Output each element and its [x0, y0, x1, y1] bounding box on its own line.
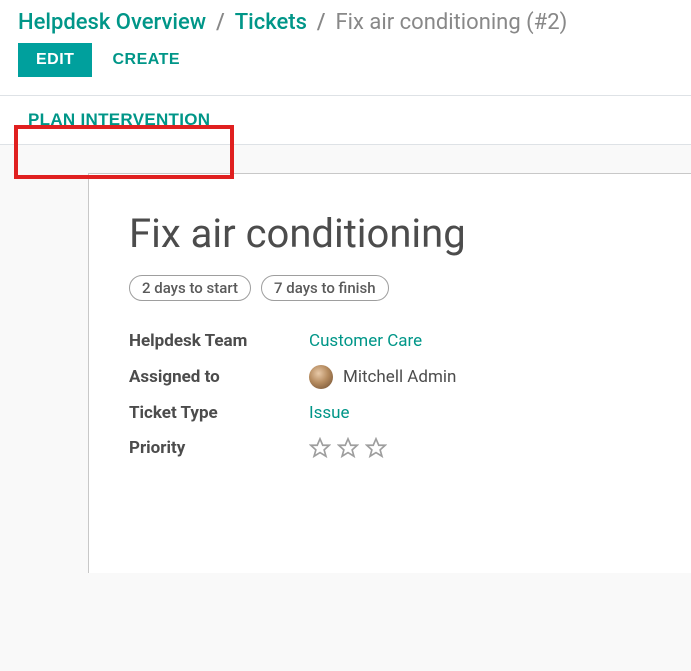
field-value-helpdesk-team[interactable]: Customer Care: [309, 331, 651, 351]
sla-tags: 2 days to start 7 days to finish: [129, 275, 651, 301]
sla-tag: 2 days to start: [129, 275, 251, 301]
star-icon[interactable]: [365, 437, 387, 459]
breadcrumb-root[interactable]: Helpdesk Overview: [18, 10, 206, 35]
star-icon[interactable]: [337, 437, 359, 459]
priority-stars: [309, 437, 651, 459]
breadcrumb-sep: /: [216, 10, 225, 35]
record-title: Fix air conditioning: [129, 210, 651, 257]
field-grid: Helpdesk Team Customer Care Assigned to …: [129, 331, 651, 459]
breadcrumb-parent[interactable]: Tickets: [235, 10, 307, 35]
field-value-assigned-to[interactable]: Mitchell Admin: [309, 365, 651, 389]
breadcrumb-current: Fix air conditioning (#2): [336, 10, 568, 35]
edit-button[interactable]: EDIT: [18, 43, 92, 77]
plan-intervention-button[interactable]: PLAN INTERVENTION: [14, 96, 224, 144]
form-sheet: Fix air conditioning 2 days to start 7 d…: [88, 173, 691, 573]
avatar: [309, 365, 333, 389]
field-label-priority: Priority: [129, 438, 309, 458]
breadcrumb-sep: /: [317, 10, 326, 35]
field-label-ticket-type: Ticket Type: [129, 403, 309, 423]
status-bar: PLAN INTERVENTION: [0, 95, 691, 145]
action-bar: EDIT CREATE: [0, 43, 691, 95]
field-value-ticket-type[interactable]: Issue: [309, 403, 651, 423]
star-icon[interactable]: [309, 437, 331, 459]
breadcrumb: Helpdesk Overview / Tickets / Fix air co…: [0, 0, 691, 43]
assignee-name: Mitchell Admin: [343, 367, 456, 387]
field-label-assigned-to: Assigned to: [129, 367, 309, 387]
create-button[interactable]: CREATE: [112, 51, 180, 69]
field-label-helpdesk-team: Helpdesk Team: [129, 331, 309, 351]
sla-tag: 7 days to finish: [261, 275, 389, 301]
content-area: Fix air conditioning 2 days to start 7 d…: [0, 145, 691, 671]
